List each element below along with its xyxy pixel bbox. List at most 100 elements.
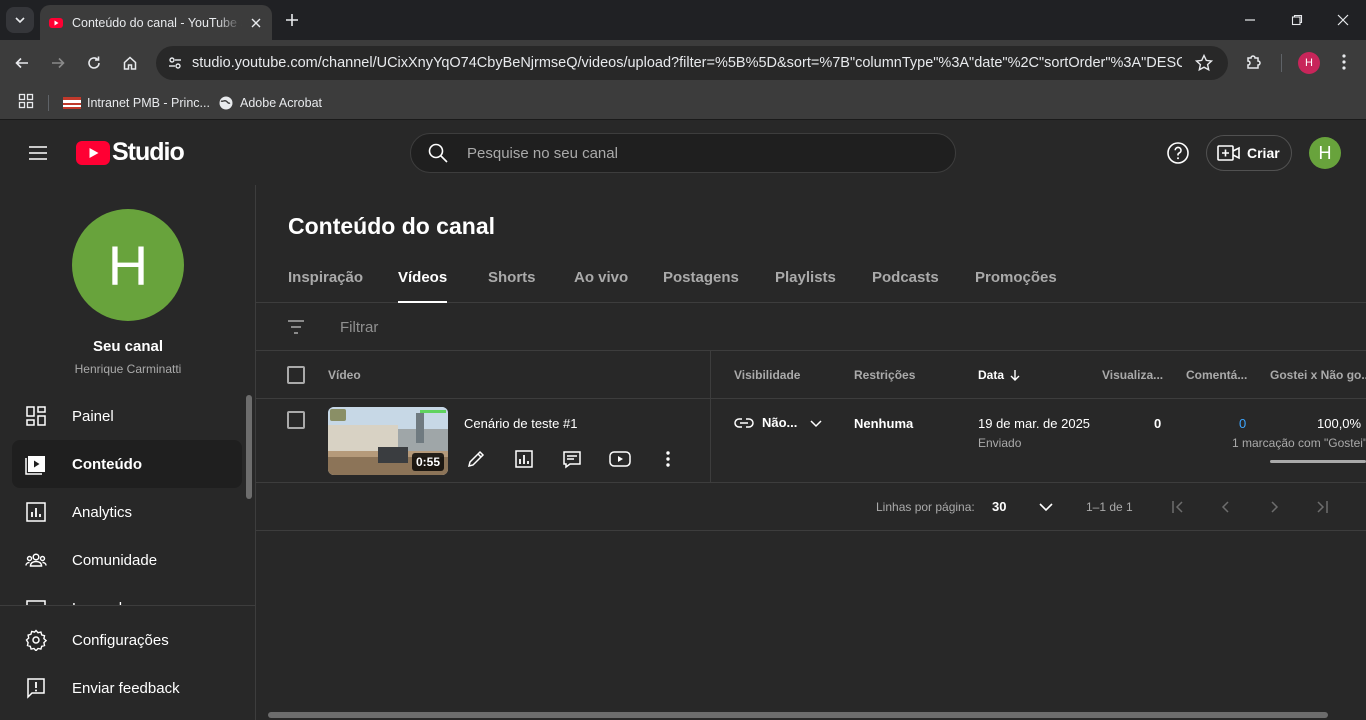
bookmark-label: Adobe Acrobat (240, 96, 323, 110)
column-header-date[interactable]: Data (978, 368, 1004, 382)
studio-logo[interactable]: Studio (76, 138, 185, 167)
next-page-icon[interactable] (1262, 495, 1286, 519)
table-row[interactable]: 0:55 Cenário de teste #1 Não... Nenhuma … (256, 399, 1366, 483)
column-header-restrictions: Restrições (854, 368, 916, 382)
rows-per-page-chevron-icon[interactable] (1034, 495, 1058, 519)
select-all-checkbox[interactable] (287, 366, 305, 384)
sidebar: H Seu canal Henrique Carminatti Painel C… (0, 185, 256, 720)
menu-hamburger-icon[interactable] (26, 141, 50, 165)
site-info-tune-icon[interactable] (164, 52, 186, 74)
tab-search-button[interactable] (6, 7, 34, 33)
rows-per-page-label: Linhas por página: (876, 500, 975, 514)
analytics-bar-chart-icon[interactable] (512, 447, 536, 471)
comments-icon[interactable] (560, 447, 584, 471)
search-input[interactable] (467, 144, 927, 162)
table-header: Vídeo Visibilidade Restrições Data Visua… (256, 351, 1366, 399)
create-video-icon (1217, 145, 1240, 161)
tab-podcasts[interactable]: Podcasts (872, 269, 939, 303)
bookmark-star-icon[interactable] (1194, 53, 1214, 73)
tab-postagens[interactable]: Postagens (663, 269, 739, 303)
date-status: Enviado (978, 436, 1022, 450)
window-close-icon[interactable] (1333, 10, 1353, 30)
bookmark-intranet[interactable]: Intranet PMB - Princ... (63, 92, 210, 114)
search-icon (428, 143, 448, 163)
previous-page-icon[interactable] (1214, 495, 1238, 519)
youtube-logo-icon (76, 140, 110, 165)
forward-arrow-icon[interactable] (47, 52, 69, 74)
sidebar-item-painel[interactable]: Painel (12, 392, 242, 440)
browser-menu-kebab-icon[interactable] (1334, 52, 1354, 72)
home-icon[interactable] (119, 52, 141, 74)
address-bar[interactable]: studio.youtube.com/channel/UCixXnyYqO74C… (156, 46, 1228, 80)
video-duration: 0:55 (411, 453, 444, 471)
sidebar-scrollbar[interactable] (246, 395, 252, 499)
pagination: Linhas por página: 30 1–1 de 1 (256, 483, 1366, 531)
more-options-kebab-icon[interactable] (656, 447, 680, 471)
sidebar-item-label: Comunidade (72, 551, 158, 569)
youtube-studio-favicon-icon (49, 17, 63, 28)
logo-text: Studio (112, 138, 185, 166)
visibility-dropdown[interactable]: Não... (734, 415, 823, 430)
last-page-icon[interactable] (1310, 495, 1334, 519)
column-header-visibility: Visibilidade (734, 368, 801, 382)
extensions-puzzle-icon[interactable] (1244, 52, 1264, 72)
views-value: 0 (1154, 416, 1162, 431)
sidebar-item-configuracoes[interactable]: Configurações (12, 616, 242, 664)
sidebar-item-feedback[interactable]: Enviar feedback (12, 664, 242, 712)
edit-pencil-icon[interactable] (464, 447, 488, 471)
youtube-play-icon[interactable] (608, 447, 632, 471)
likes-note: 1 marcação com "Gostei" (1232, 436, 1366, 450)
sidebar-item-analytics[interactable]: Analytics (12, 488, 242, 536)
sidebar-item-label: Conteúdo (72, 455, 142, 473)
dashboard-icon (25, 405, 47, 427)
url-text[interactable]: studio.youtube.com/channel/UCixXnyYqO74C… (192, 55, 1182, 71)
tab-videos[interactable]: Vídeos (398, 269, 448, 303)
channel-name: Henrique Carminatti (74, 362, 182, 376)
sidebar-item-label: Analytics (72, 503, 133, 521)
video-thumbnail[interactable]: 0:55 (328, 407, 448, 475)
sort-arrow-down-icon[interactable] (1008, 368, 1022, 382)
reload-icon[interactable] (83, 52, 105, 74)
tab-ao-vivo[interactable]: Ao vivo (574, 269, 628, 303)
tab-shorts[interactable]: Shorts (488, 269, 536, 303)
content-tabs: Inspiração Vídeos Shorts Ao vivo Postage… (256, 255, 1366, 303)
tab-inspiracao[interactable]: Inspiração (288, 269, 363, 303)
new-tab-plus-icon[interactable] (282, 10, 302, 30)
horizontal-scrollbar[interactable] (268, 712, 1328, 718)
create-button[interactable]: Criar (1206, 135, 1292, 171)
account-avatar[interactable]: H (1309, 137, 1341, 169)
filter-input[interactable]: Filtrar (340, 319, 378, 336)
sidebar-item-comunidade[interactable]: Comunidade (12, 536, 242, 584)
filter-bar: Filtrar (256, 303, 1366, 351)
channel-avatar[interactable]: H (72, 209, 184, 321)
help-icon[interactable] (1166, 141, 1190, 165)
community-icon (25, 549, 47, 571)
sidebar-item-conteudo[interactable]: Conteúdo (12, 440, 242, 488)
video-title[interactable]: Cenário de teste #1 (464, 416, 577, 431)
back-arrow-icon[interactable] (11, 52, 33, 74)
sidebar-item-label: Painel (72, 407, 114, 425)
link-icon (734, 417, 754, 428)
browser-profile-avatar[interactable]: H (1298, 52, 1320, 74)
studio-header: Studio Criar H (0, 121, 1366, 185)
globe-icon (219, 96, 233, 110)
minimize-icon[interactable] (1240, 10, 1260, 30)
row-checkbox[interactable] (287, 411, 305, 429)
tab-promocoes[interactable]: Promoções (975, 269, 1057, 303)
flag-favicon-icon (63, 97, 81, 109)
rows-per-page-value[interactable]: 30 (992, 499, 1006, 514)
comments-value[interactable]: 0 (1239, 416, 1246, 431)
apps-grid-icon[interactable] (18, 93, 34, 109)
bookmarks-bar: Intranet PMB - Princ... Adobe Acrobat (0, 86, 1366, 120)
bookmark-adobe-acrobat[interactable]: Adobe Acrobat (218, 92, 322, 114)
restrictions-value: Nenhuma (854, 416, 914, 431)
create-label: Criar (1247, 145, 1280, 161)
channel-search[interactable] (410, 133, 956, 173)
tab-close-icon[interactable] (248, 15, 264, 31)
tab-playlists[interactable]: Playlists (775, 269, 836, 303)
first-page-icon[interactable] (1166, 495, 1190, 519)
browser-tab-active[interactable]: Conteúdo do canal - YouTube Studio (40, 5, 272, 40)
date-header-label: Data (978, 368, 1005, 382)
filter-icon[interactable] (286, 317, 306, 337)
restore-icon[interactable] (1287, 10, 1307, 30)
